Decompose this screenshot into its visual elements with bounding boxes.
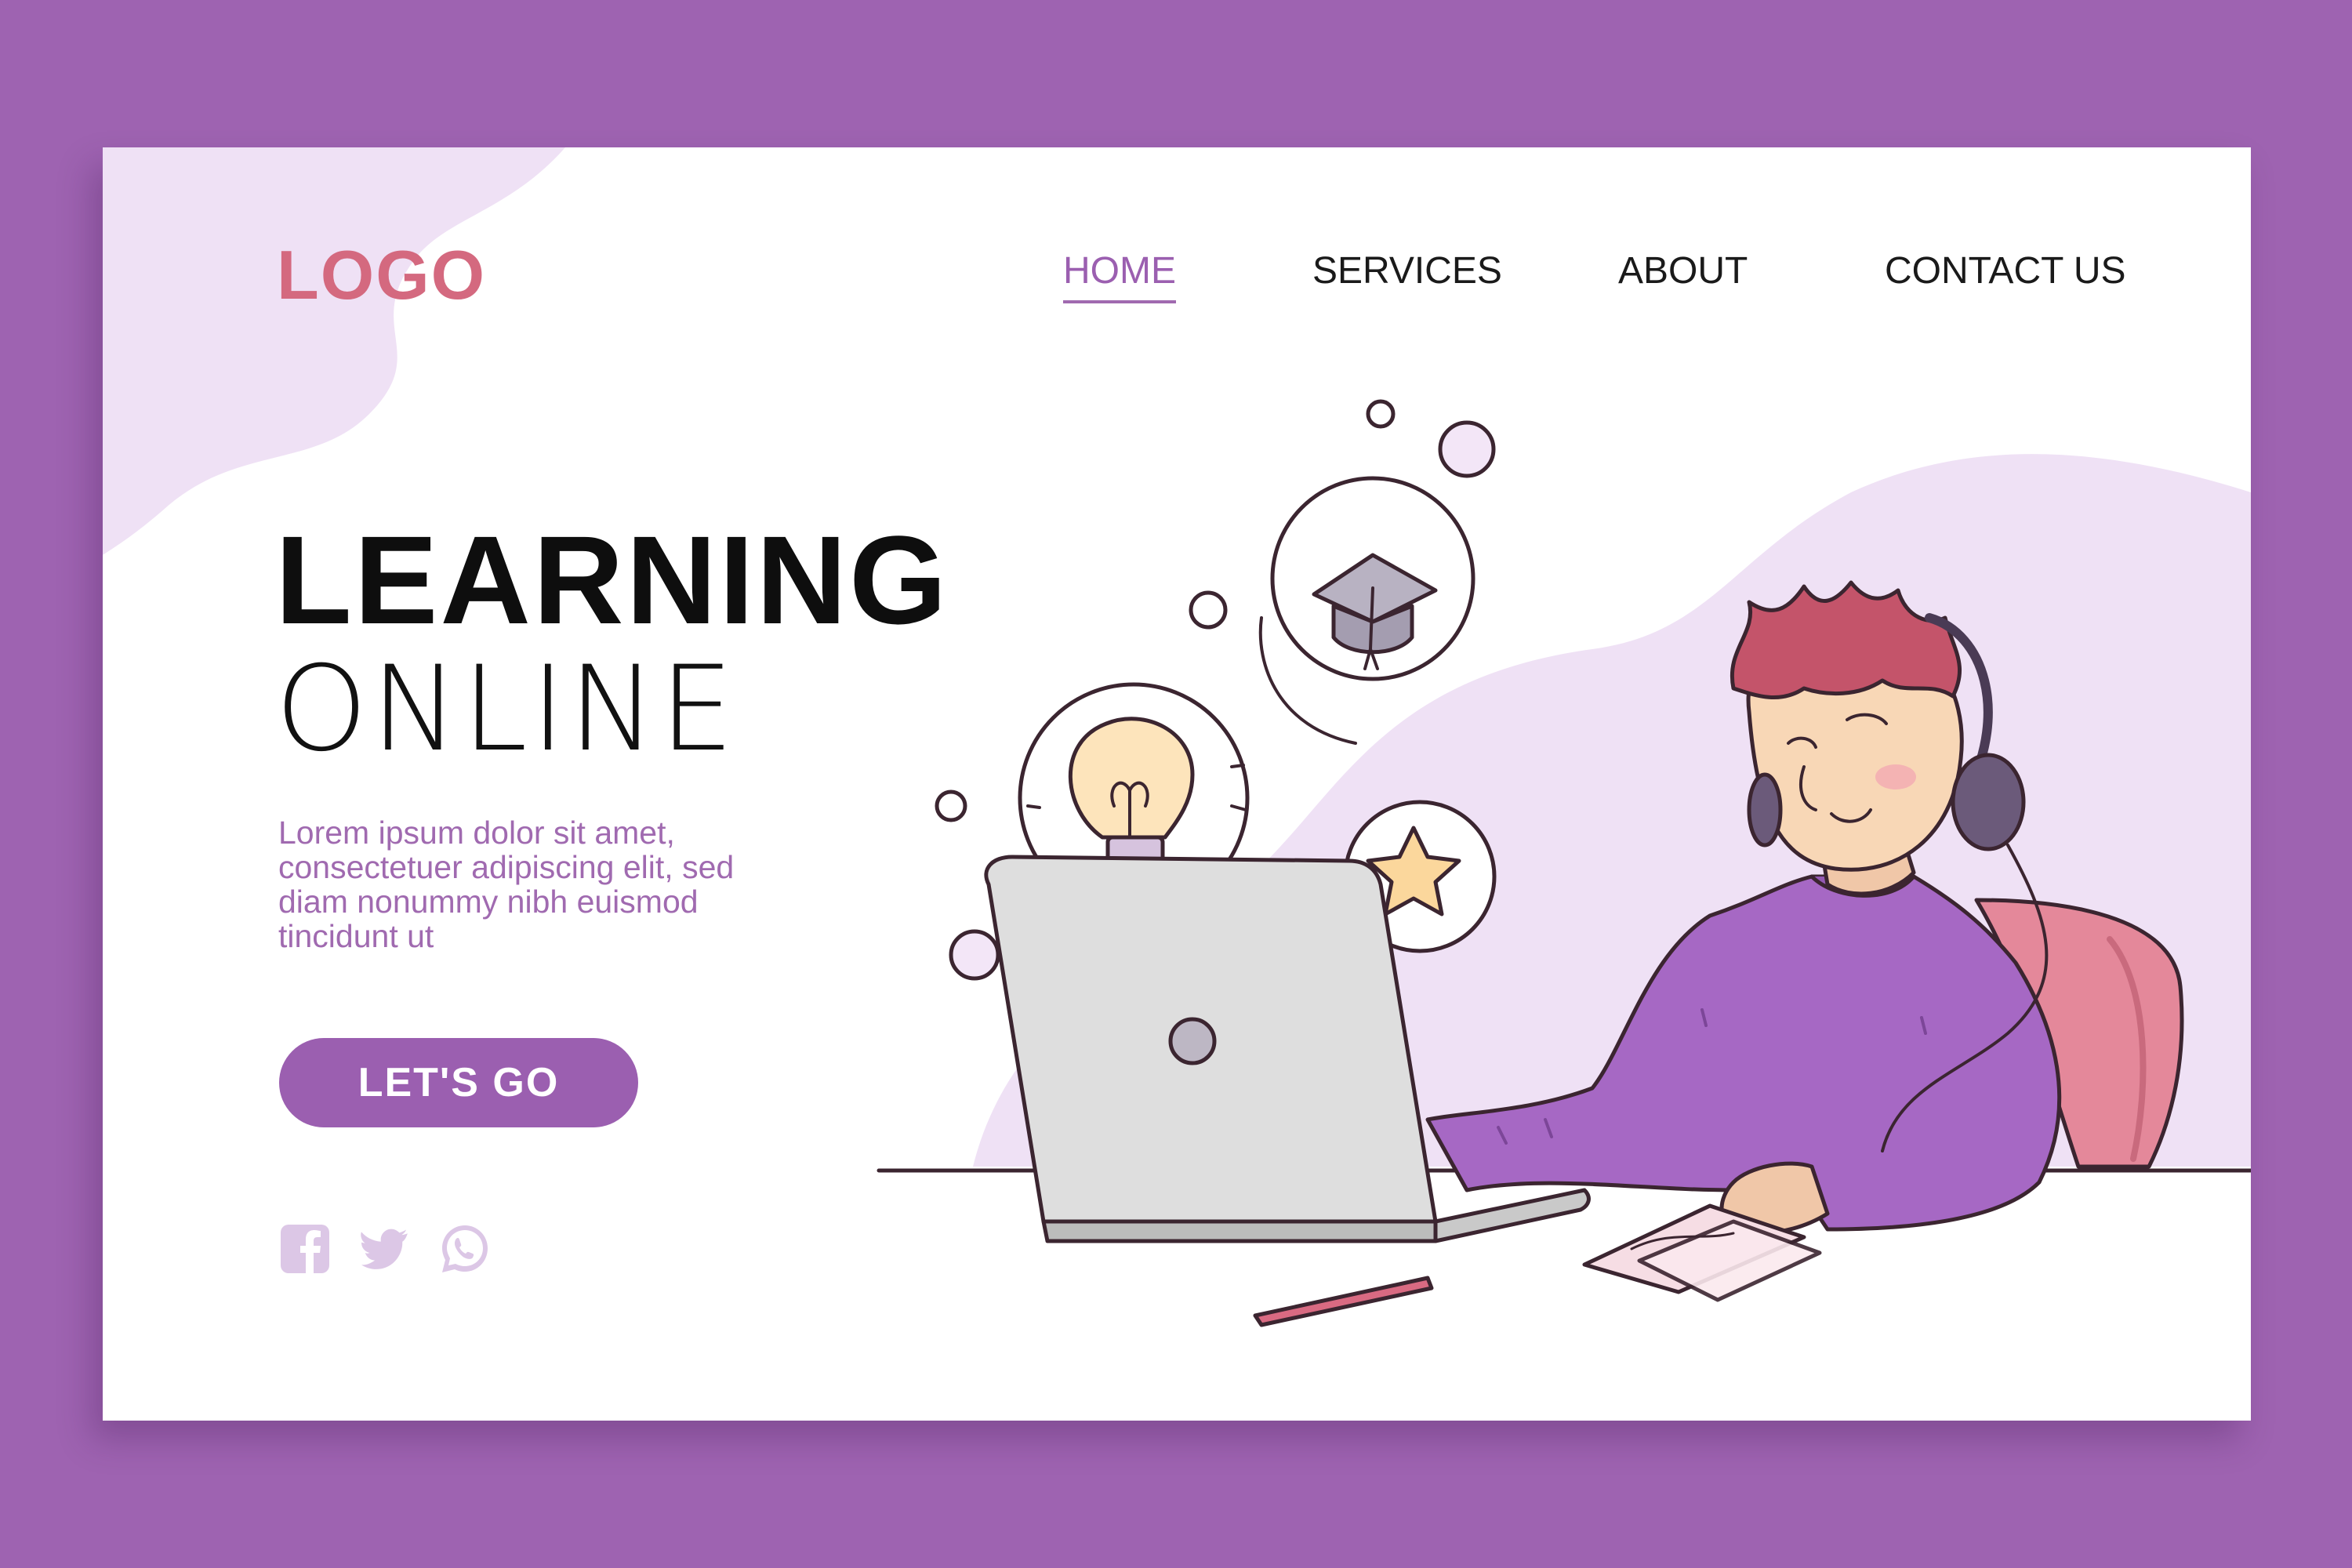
- student: [1425, 580, 2062, 1236]
- student-illustration: [877, 399, 2251, 1327]
- landing-page-card: LOGO HOME SERVICES ABOUT CONTACT US LEAR…: [103, 147, 2251, 1421]
- graduation-cap-icon: [1258, 476, 1475, 745]
- pen: [1253, 1276, 1434, 1327]
